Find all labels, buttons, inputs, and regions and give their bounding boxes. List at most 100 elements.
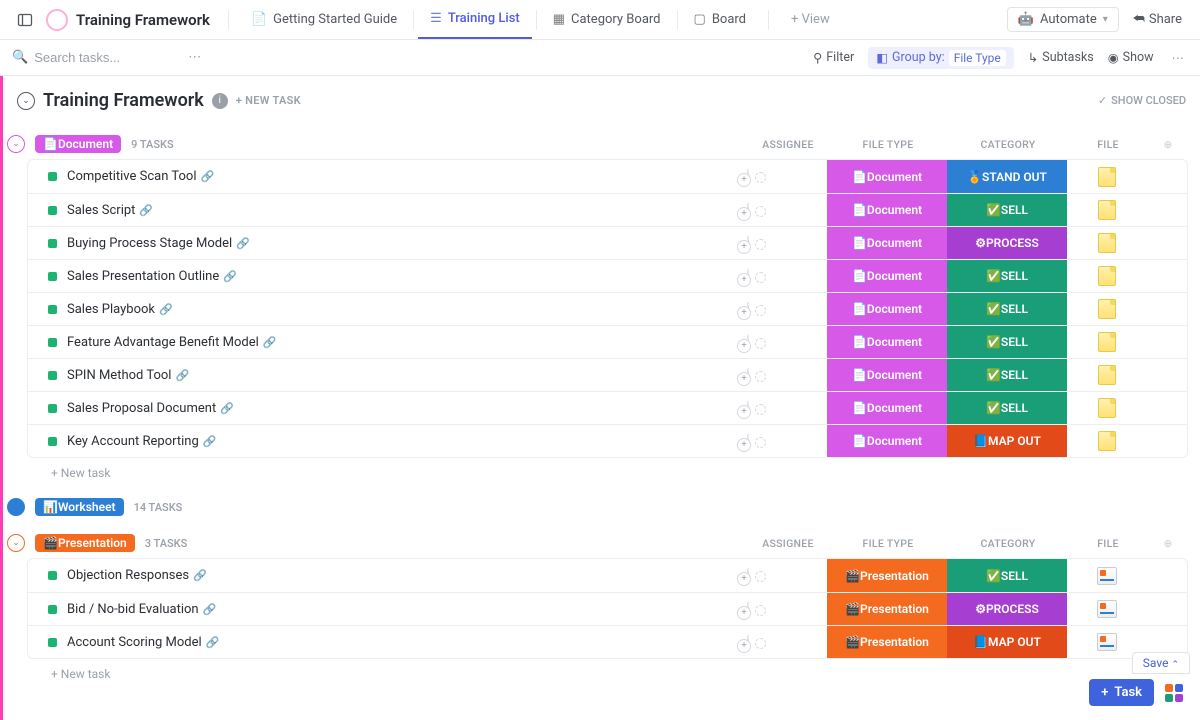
assignee-cell[interactable] [747,269,827,284]
add-assignee-icon[interactable] [747,268,749,285]
presentation-file-icon[interactable] [1097,600,1117,618]
filetype-tag[interactable]: 📄Document [827,359,947,391]
task-name[interactable]: Sales Script🔗 [67,203,747,218]
add-assignee-icon[interactable] [747,601,749,618]
add-assignee-icon[interactable] [747,168,749,185]
category-tag[interactable]: ✅SELL [947,293,1067,325]
task-name[interactable]: Buying Process Stage Model🔗 [67,236,747,251]
assignee-cell[interactable] [747,302,827,317]
groupby-chip[interactable]: ◧ Group by: File Type [868,47,1014,69]
task-row[interactable]: Buying Process Stage Model🔗 📄Document ⚙P… [28,226,1187,259]
assignee-cell[interactable] [747,401,827,416]
status-icon[interactable] [48,638,57,647]
presentation-file-icon[interactable] [1097,633,1117,651]
document-file-icon[interactable] [1098,365,1116,385]
filetype-tag[interactable]: 🎬Presentation [827,593,947,625]
filetype-tag[interactable]: 📄Document [827,227,947,259]
view-tab-category-board[interactable]: ▦Category Board [541,0,673,39]
document-file-icon[interactable] [1098,398,1116,418]
assignee-cell[interactable] [747,568,827,583]
attachment-icon[interactable]: 🔗 [203,435,217,448]
attachment-icon[interactable]: 🔗 [139,204,153,217]
new-task-row[interactable]: + New task [27,458,1188,480]
task-row[interactable]: Sales Script🔗 📄Document ✅SELL [28,193,1187,226]
filter-button[interactable]: ⚲Filter [813,50,854,66]
task-row[interactable]: Bid / No-bid Evaluation🔗 🎬Presentation ⚙… [28,592,1187,625]
assignee-cell[interactable] [747,635,827,650]
status-icon[interactable] [48,404,57,413]
category-tag[interactable]: ⚙PROCESS [947,227,1067,259]
workspace-logo[interactable] [44,7,70,33]
assignee-cell[interactable] [747,434,827,449]
task-name[interactable]: Sales Proposal Document🔗 [67,401,747,416]
task-row[interactable]: Feature Advantage Benefit Model🔗 📄Docume… [28,325,1187,358]
assignee-cell[interactable] [747,236,827,251]
status-icon[interactable] [48,338,57,347]
add-column-icon[interactable]: ⊕ [1148,138,1188,151]
attachment-icon[interactable]: 🔗 [220,402,234,415]
group-pill[interactable]: 📄Document [35,135,121,153]
filetype-tag[interactable]: 📄Document [827,260,947,292]
search-input[interactable] [34,50,174,65]
category-tag[interactable]: ⚙PROCESS [947,593,1067,625]
group-pill[interactable]: 🎬Presentation [35,534,135,552]
category-tag[interactable]: ✅SELL [947,392,1067,424]
group-collapse-icon[interactable]: ⌄ [7,534,25,552]
add-assignee-icon[interactable] [747,301,749,318]
show-closed-button[interactable]: ✓SHOW CLOSED [1098,94,1186,107]
task-name[interactable]: Sales Presentation Outline🔗 [67,269,747,284]
attachment-icon[interactable]: 🔗 [263,336,277,349]
add-assignee-icon[interactable] [747,202,749,219]
assignee-cell[interactable] [747,203,827,218]
attachment-icon[interactable]: 🔗 [159,303,173,316]
assignee-cell[interactable] [747,335,827,350]
add-view-button[interactable]: + View [779,0,842,39]
attachment-icon[interactable]: 🔗 [236,237,250,250]
status-icon[interactable] [48,371,57,380]
attachment-icon[interactable]: 🔗 [175,369,189,382]
add-assignee-icon[interactable] [747,567,749,584]
category-tag[interactable]: ✅SELL [947,559,1067,592]
view-tab-getting-started-guide[interactable]: 📄Getting Started Guide [239,0,409,39]
show-button[interactable]: ◉Show [1108,50,1154,66]
task-name[interactable]: Bid / No-bid Evaluation🔗 [67,602,747,617]
assignee-cell[interactable] [747,602,827,617]
more-options-icon[interactable]: ⋯ [1168,50,1189,66]
collapse-list-icon[interactable]: ⌄ [17,92,35,110]
attachment-icon[interactable]: 🔗 [223,270,237,283]
new-task-row[interactable]: + New task [27,659,1188,681]
status-icon[interactable] [48,239,57,248]
save-button[interactable]: Save ⌃ [1132,652,1190,674]
view-tab-training-list[interactable]: ☰Training List [418,0,532,39]
add-assignee-icon[interactable] [747,634,749,651]
category-tag[interactable]: 🏅STAND OUT [947,160,1067,193]
task-name[interactable]: Competitive Scan Tool🔗 [67,169,747,184]
automate-button[interactable]: 🤖 Automate ▾ [1007,7,1119,32]
subtasks-button[interactable]: ↳Subtasks [1028,50,1094,66]
info-icon[interactable]: i [212,93,228,109]
status-icon[interactable] [48,437,57,446]
new-task-button[interactable]: +Task [1089,679,1154,706]
document-file-icon[interactable] [1098,167,1116,187]
view-tab-board[interactable]: ▢Board [682,0,759,39]
task-row[interactable]: SPIN Method Tool🔗 📄Document ✅SELL [28,358,1187,391]
task-name[interactable]: Account Scoring Model🔗 [67,635,747,650]
task-row[interactable]: Sales Proposal Document🔗 📄Document ✅SELL [28,391,1187,424]
task-row[interactable]: Sales Playbook🔗 📄Document ✅SELL [28,292,1187,325]
apps-grid-icon[interactable] [1162,681,1186,705]
add-assignee-icon[interactable] [747,334,749,351]
task-name[interactable]: Feature Advantage Benefit Model🔗 [67,335,747,350]
new-task-header-button[interactable]: + NEW TASK [236,94,301,107]
filetype-tag[interactable]: 📄Document [827,194,947,226]
category-tag[interactable]: ✅SELL [947,326,1067,358]
status-icon[interactable] [48,305,57,314]
assignee-cell[interactable] [747,368,827,383]
status-icon[interactable] [48,571,57,580]
task-row[interactable]: Account Scoring Model🔗 🎬Presentation 📘MA… [28,625,1187,658]
attachment-icon[interactable]: 🔗 [193,569,207,582]
attachment-icon[interactable]: 🔗 [206,636,220,649]
group-collapse-icon[interactable]: › [7,498,25,516]
filetype-tag[interactable]: 📄Document [827,326,947,358]
task-row[interactable]: Key Account Reporting🔗 📄Document 📘MAP OU… [28,424,1187,457]
task-name[interactable]: SPIN Method Tool🔗 [67,368,747,383]
